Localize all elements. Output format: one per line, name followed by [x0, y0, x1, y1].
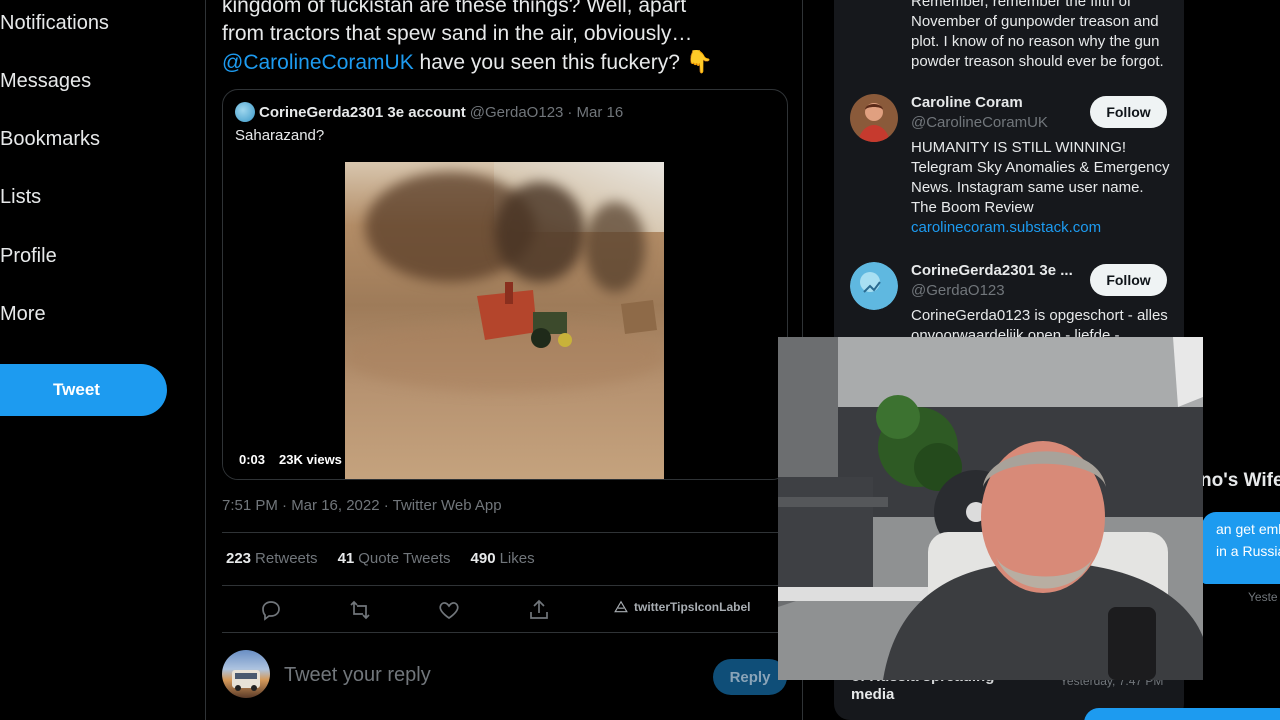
left-navigation: Notifications Messages Bookmarks Lists P… — [0, 0, 205, 720]
person-picture — [850, 94, 898, 142]
van-picture — [232, 670, 260, 691]
retweets-label: Retweets — [255, 550, 318, 567]
tweet-timestamp[interactable]: 7:51 PM · Mar 16, 2022 · Twitter Web App — [222, 497, 502, 514]
retweet-icon[interactable] — [348, 598, 372, 622]
follow-button[interactable]: Follow — [1090, 264, 1167, 296]
retweets-stat[interactable]: 223 Retweets — [226, 550, 318, 567]
video-views: 23K views — [279, 452, 342, 467]
dm-message-line-2: in a Russian — [1216, 543, 1280, 559]
tweet-text-line-3: @CarolineCoramUK have you seen this fuck… — [222, 48, 782, 77]
user-name: Caroline Coram — [911, 94, 1023, 111]
user-bio-link[interactable]: carolinecoram.substack.com — [911, 219, 1101, 236]
nav-more[interactable]: More — [0, 303, 46, 326]
tweet-actions: twitterTipsIconLabel — [222, 596, 788, 624]
my-avatar[interactable] — [222, 650, 270, 698]
nav-messages[interactable]: Messages — [0, 70, 91, 93]
video-thumbnail — [345, 162, 664, 479]
like-heart-icon[interactable] — [437, 598, 461, 622]
pointing-down-emoji: 👇 — [685, 49, 714, 74]
likes-count: 490 — [470, 550, 496, 567]
user-bio-text: HUMANITY IS STILL WINNING! Telegram Sky … — [911, 139, 1170, 216]
follow-button[interactable]: Follow — [1090, 96, 1167, 128]
previous-user-bio: Remember, remember the fifth of November… — [911, 0, 1164, 70]
quotes-count: 41 — [337, 550, 355, 567]
quoted-tweet-header: CorineGerda2301 3e account @GerdaO123 · … — [235, 102, 623, 122]
video-duration: 0:03 — [239, 452, 266, 467]
tweet-text-line-1: kingdom of fuckistan are these things? W… — [222, 0, 687, 17]
tips-label: twitterTipsIconLabel — [634, 600, 751, 614]
reply-button[interactable]: Reply — [713, 659, 787, 695]
quote-tweets-stat[interactable]: 41 Quote Tweets — [338, 550, 451, 567]
dm-message-line-1: an get embe — [1216, 521, 1280, 537]
quoted-tweet[interactable]: CorineGerda2301 3e account @GerdaO123 · … — [222, 89, 788, 480]
tweet-button[interactable]: Tweet — [0, 364, 167, 416]
reply-input[interactable]: Tweet your reply — [284, 664, 431, 687]
reply-icon[interactable] — [259, 598, 283, 622]
tweet-text: kingdom of fuckistan are these things? W… — [222, 0, 782, 77]
video-meta: 0:03 23K views — [239, 452, 342, 467]
quotes-label: Quote Tweets — [358, 550, 451, 567]
tweet-text-tail: have you seen this fuckery? — [413, 51, 680, 74]
quoted-video[interactable]: 0:03 23K views — [223, 162, 787, 479]
webcam-picture — [778, 337, 1203, 680]
caroline-avatar[interactable] — [850, 94, 898, 142]
quoted-text: Saharazand? — [235, 127, 325, 144]
mention-link[interactable]: @CarolineCoramUK — [222, 51, 414, 74]
who-to-follow-item[interactable]: Caroline Coram @CarolineCoramUK Follow H… — [850, 94, 1169, 244]
nav-notifications[interactable]: Notifications — [0, 12, 109, 35]
user-handle: @GerdaO123 — [911, 282, 1005, 299]
user-handle: @CarolineCoramUK — [911, 114, 1048, 131]
dm-message-bubble[interactable]: an get embe in a Russian — [1202, 512, 1280, 584]
dm-time: Yeste — [1248, 590, 1278, 604]
tips-icon — [614, 600, 628, 613]
retweets-count: 223 — [226, 550, 252, 567]
blue-planet-picture — [850, 262, 898, 310]
who-to-follow-item[interactable]: CorineGerda2301 3e ... @GerdaO123 Follow… — [850, 262, 1168, 344]
quoted-date: · Mar 16 — [567, 103, 624, 121]
second-harvester — [621, 300, 657, 334]
main-column: kingdom of fuckistan are these things? W… — [205, 0, 803, 720]
quoted-author-name: CorineGerda2301 3e account — [259, 103, 466, 121]
quoted-avatar — [235, 102, 255, 122]
nav-profile[interactable]: Profile — [0, 245, 57, 268]
dust-cloud — [585, 202, 645, 292]
dust-cloud — [495, 182, 585, 282]
corine-avatar[interactable] — [850, 262, 898, 310]
divider — [222, 632, 788, 633]
quoted-author-handle: @GerdaO123 — [469, 103, 564, 121]
nav-bookmarks[interactable]: Bookmarks — [0, 128, 100, 151]
dm-compose-pill[interactable] — [1084, 708, 1280, 720]
share-icon[interactable] — [527, 598, 551, 622]
user-bio: HUMANITY IS STILL WINNING! Telegram Sky … — [911, 138, 1173, 238]
user-name: CorineGerda2301 3e ... — [911, 262, 1073, 279]
likes-label: Likes — [499, 550, 535, 567]
webcam-overlay — [778, 337, 1203, 680]
red-harvester — [477, 282, 572, 348]
nav-lists[interactable]: Lists — [0, 186, 41, 209]
reply-composer: Tweet your reply Reply — [222, 650, 788, 702]
tips-button[interactable]: twitterTipsIconLabel — [614, 600, 750, 614]
divider — [222, 532, 788, 533]
trend-text[interactable]: media — [851, 686, 894, 703]
tweet-stats: 223 Retweets 41 Quote Tweets 490 Likes — [226, 550, 535, 567]
tweet-text-line-2: from tractors that spew sand in the air,… — [222, 22, 693, 45]
dm-conversation-title[interactable]: no's Wife — [1200, 470, 1280, 492]
likes-stat[interactable]: 490 Likes — [471, 550, 535, 567]
divider — [222, 585, 788, 586]
